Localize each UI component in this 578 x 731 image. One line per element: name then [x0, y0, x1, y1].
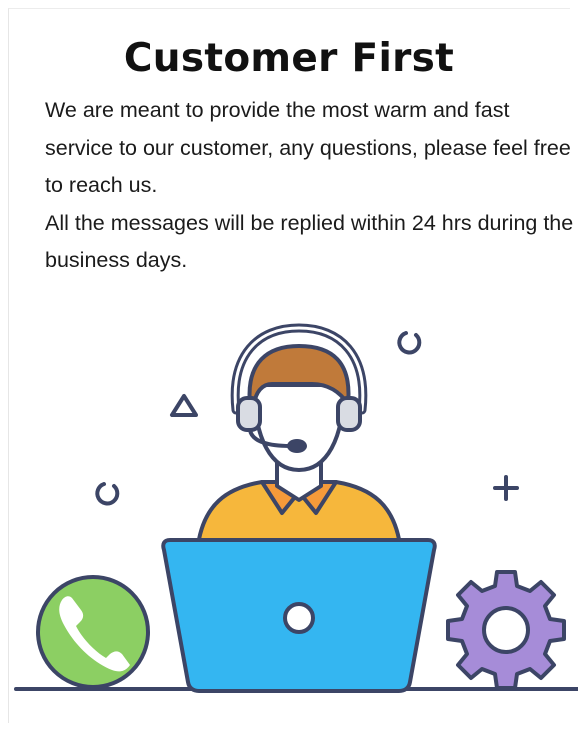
description-paragraph-1: We are meant to provide the most warm an…: [45, 98, 571, 197]
laptop-icon: [161, 538, 437, 693]
circle-arc-icon: [397, 331, 422, 355]
phone-icon: [36, 575, 150, 689]
page-title: Customer First: [123, 36, 455, 81]
plus-icon: [493, 475, 519, 501]
description: We are meant to provide the most warm an…: [45, 92, 575, 280]
circle-arc-icon: [95, 482, 120, 506]
description-paragraph-2: All the messages will be replied within …: [45, 210, 574, 273]
headset-agent-icon: [196, 323, 402, 547]
gear-icon: [446, 570, 566, 690]
triangle-icon: [170, 394, 198, 417]
customer-service-illustration: [14, 323, 578, 693]
